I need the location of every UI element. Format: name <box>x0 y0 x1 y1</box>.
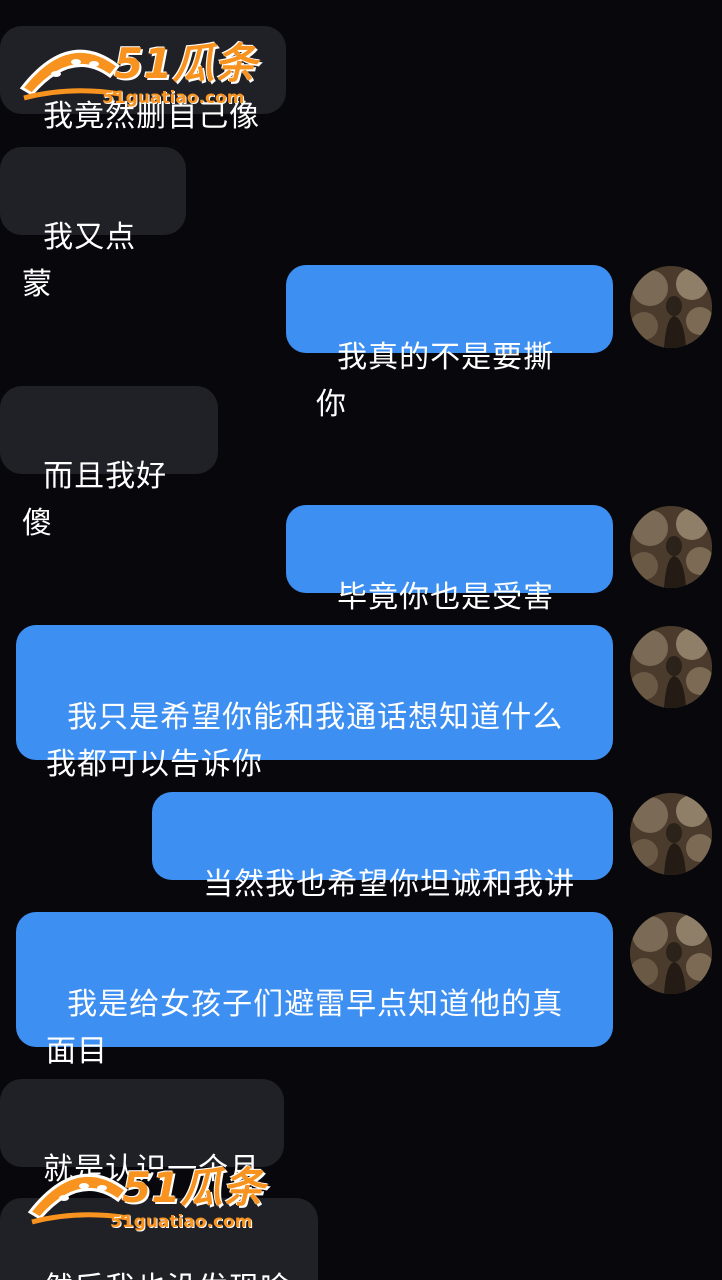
message-bubble-outgoing[interactable]: 毕竟你也是受害者 <box>286 505 613 662</box>
watermark-url: 51guatiao.com <box>110 1212 253 1232</box>
message-text: 我又点蒙 <box>22 220 137 302</box>
message-bubble-incoming[interactable]: 就是认识一个月 <box>0 1079 284 1187</box>
message-bubble-outgoing[interactable]: 当然我也希望你坦诚和我讲 <box>152 792 613 902</box>
watermark-brand: 51瓜条 <box>114 39 257 88</box>
message-text: 然后我也没发现啥 <box>43 1271 291 1280</box>
user-avatar-photo-icon <box>630 266 712 348</box>
user-avatar-photo-icon <box>630 506 712 588</box>
message-text: 我是给女孩子们避雷早点知道他的真 面目 <box>46 987 564 1069</box>
avatar[interactable] <box>630 506 712 588</box>
avatar[interactable] <box>630 626 712 708</box>
message-text: 我真的不是要撕你 <box>316 340 555 422</box>
message-text: 我只是希望你能和我通话想知道什么 我都可以告诉你 <box>46 700 564 782</box>
avatar[interactable] <box>630 912 712 994</box>
message-bubble-outgoing[interactable]: 我真的不是要撕你 <box>286 265 613 422</box>
avatar[interactable] <box>630 793 712 875</box>
message-bubble-outgoing[interactable]: 我只是希望你能和我通话想知道什么 我都可以告诉你 <box>16 625 613 782</box>
user-avatar-photo-icon <box>630 626 712 708</box>
user-avatar-photo-icon <box>630 912 712 994</box>
message-bubble-outgoing[interactable]: 我是给女孩子们避雷早点知道他的真 面目 <box>16 912 613 1069</box>
avatar[interactable] <box>630 266 712 348</box>
watermark-logo: 51瓜条 51guatiao.com <box>14 36 284 122</box>
watermark-brand: 51瓜条 <box>122 1163 265 1212</box>
watermark-url: 51guatiao.com <box>102 88 245 108</box>
message-text: 而且我好傻 <box>22 459 168 541</box>
message-bubble-incoming[interactable]: 我又点蒙 <box>0 147 186 302</box>
user-avatar-photo-icon <box>630 793 712 875</box>
message-text: 当然我也希望你坦诚和我讲 <box>203 867 576 902</box>
message-bubble-incoming[interactable]: 而且我好傻 <box>0 386 218 541</box>
watermark-logo: 51瓜条 51guatiao.com <box>22 1160 292 1246</box>
